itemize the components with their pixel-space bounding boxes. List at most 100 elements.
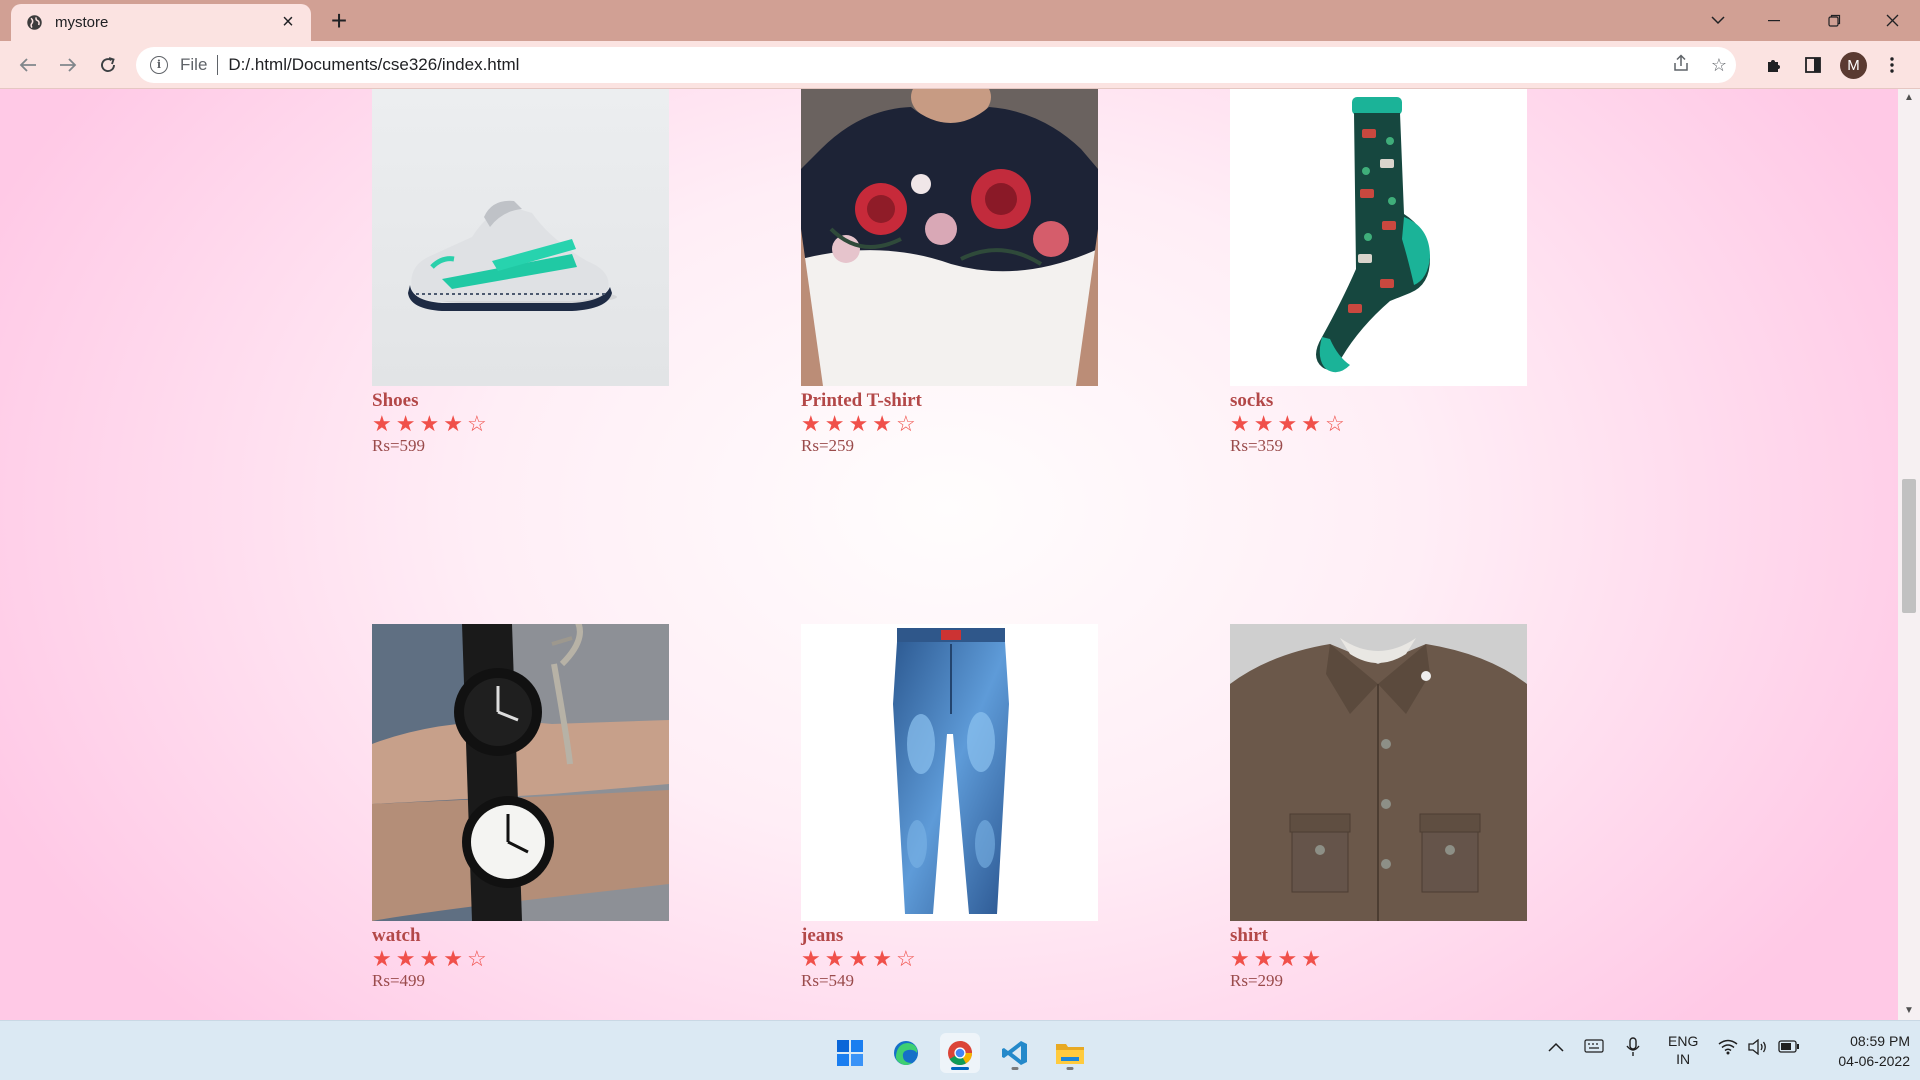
globe-icon xyxy=(25,14,43,32)
show-hidden-icons-chevron-icon[interactable] xyxy=(1548,1039,1564,1055)
star-filled-icon: ★ xyxy=(801,411,821,436)
close-window-icon[interactable] xyxy=(1864,0,1920,41)
touch-keyboard-icon[interactable] xyxy=(1584,1039,1604,1056)
page-scrollbar[interactable]: ▲ ▼ xyxy=(1898,89,1920,1020)
edge-browser-icon[interactable] xyxy=(886,1033,926,1073)
product-price: Rs=599 xyxy=(372,436,426,455)
info-icon[interactable]: i xyxy=(150,56,168,74)
product-card[interactable]: watch ★ ★ ★ ★ ☆ Rs=499 xyxy=(372,624,669,992)
scrollbar-thumb[interactable] xyxy=(1902,479,1916,613)
product-image-wrist-watches[interactable] xyxy=(372,624,669,921)
star-filled-icon: ★ xyxy=(801,946,821,971)
microphone-icon[interactable] xyxy=(1626,1037,1640,1060)
new-tab-button[interactable]: + xyxy=(324,6,354,36)
product-card[interactable]: Printed T-shirt ★ ★ ★ ★ ☆ Rs=259 xyxy=(801,89,1098,457)
running-app-indicator xyxy=(1066,1067,1074,1070)
rating-stars: ★ ★ ★ ★ xyxy=(1230,948,1527,970)
star-filled-icon: ★ xyxy=(1253,411,1274,436)
bookmark-star-icon[interactable]: ☆ xyxy=(1708,54,1730,76)
product-name[interactable]: socks xyxy=(1230,390,1527,412)
page-viewport: Shoes ★ ★ ★ ★ ☆ Rs=599 Printed T-shirt ★… xyxy=(0,89,1898,1020)
tab-title: mystore xyxy=(55,14,109,31)
product-name[interactable]: Shoes xyxy=(372,390,669,412)
star-filled-icon: ★ xyxy=(872,411,892,436)
battery-icon[interactable] xyxy=(1778,1040,1800,1056)
rating-stars: ★ ★ ★ ★ ☆ xyxy=(372,948,669,970)
windows-taskbar: ENG IN 08:59 PM 04-06-2022 xyxy=(0,1020,1920,1080)
product-card[interactable]: shirt ★ ★ ★ ★ Rs=299 xyxy=(1230,624,1527,992)
product-name[interactable]: Printed T-shirt xyxy=(801,390,1098,412)
star-filled-icon: ★ xyxy=(1230,411,1250,436)
input-language-indicator[interactable]: ENG IN xyxy=(1668,1032,1698,1068)
product-image-floral-tshirt[interactable] xyxy=(801,89,1098,386)
file-explorer-icon[interactable] xyxy=(1050,1033,1090,1073)
wifi-icon[interactable] xyxy=(1718,1039,1738,1058)
restore-icon[interactable] xyxy=(1806,0,1862,41)
language-code: ENG xyxy=(1668,1033,1699,1049)
side-panel-icon[interactable] xyxy=(1797,49,1829,81)
star-filled-icon: ★ xyxy=(848,946,869,971)
product-price: Rs=549 xyxy=(801,971,855,990)
star-empty-icon: ☆ xyxy=(466,946,487,971)
profile-avatar[interactable]: M xyxy=(1840,52,1867,79)
star-filled-icon: ★ xyxy=(1277,946,1298,971)
star-filled-icon: ★ xyxy=(1230,946,1250,971)
address-bar[interactable]: i File D:/.html/Documents/cse326/index.h… xyxy=(136,47,1736,83)
minimize-icon[interactable] xyxy=(1746,0,1802,41)
star-empty-icon: ☆ xyxy=(466,411,487,436)
star-filled-icon: ★ xyxy=(443,411,463,436)
scroll-down-arrow-icon[interactable]: ▼ xyxy=(1898,1002,1920,1020)
star-filled-icon: ★ xyxy=(419,946,440,971)
address-scheme: File xyxy=(180,55,208,74)
vscode-icon[interactable] xyxy=(995,1033,1035,1073)
browser-toolbar: i File D:/.html/Documents/cse326/index.h… xyxy=(0,41,1920,89)
star-empty-icon: ☆ xyxy=(895,411,916,436)
browser-tab[interactable]: mystore × xyxy=(11,4,311,41)
product-image-sock[interactable] xyxy=(1230,89,1527,386)
star-empty-icon: ☆ xyxy=(895,946,916,971)
tab-search-icon[interactable] xyxy=(1690,0,1746,41)
product-name[interactable]: watch xyxy=(372,925,669,947)
rating-stars: ★ ★ ★ ★ ☆ xyxy=(801,948,1098,970)
star-filled-icon: ★ xyxy=(395,411,416,436)
active-app-indicator xyxy=(951,1067,969,1070)
scroll-up-arrow-icon[interactable]: ▲ xyxy=(1898,89,1920,107)
product-image-brown-shirt[interactable] xyxy=(1230,624,1527,921)
windows-start-icon[interactable] xyxy=(830,1033,870,1073)
product-name[interactable]: jeans xyxy=(801,925,1098,947)
volume-icon[interactable] xyxy=(1748,1038,1768,1058)
product-card[interactable]: jeans ★ ★ ★ ★ ☆ Rs=549 xyxy=(801,624,1098,992)
star-filled-icon: ★ xyxy=(419,411,440,436)
tab-close-icon[interactable]: × xyxy=(277,11,299,34)
address-url[interactable]: D:/.html/Documents/cse326/index.html xyxy=(228,55,519,75)
clock-time: 08:59 PM xyxy=(1850,1033,1910,1049)
product-image-sneaker[interactable] xyxy=(372,89,669,386)
back-arrow-icon[interactable] xyxy=(12,49,44,81)
star-filled-icon: ★ xyxy=(1277,411,1298,436)
rating-stars: ★ ★ ★ ★ ☆ xyxy=(1230,413,1527,435)
extensions-icon[interactable] xyxy=(1758,49,1790,81)
chrome-browser-icon[interactable] xyxy=(940,1033,980,1073)
product-name[interactable]: shirt xyxy=(1230,925,1527,947)
product-price: Rs=259 xyxy=(801,436,855,455)
product-card[interactable]: Shoes ★ ★ ★ ★ ☆ Rs=599 xyxy=(372,89,669,457)
star-filled-icon: ★ xyxy=(1301,946,1321,971)
star-filled-icon: ★ xyxy=(372,946,392,971)
star-filled-icon: ★ xyxy=(848,411,869,436)
star-filled-icon: ★ xyxy=(872,946,892,971)
star-filled-icon: ★ xyxy=(1301,411,1321,436)
running-app-indicator xyxy=(1011,1067,1019,1070)
rating-stars: ★ ★ ★ ★ ☆ xyxy=(801,413,1098,435)
clock-date: 04-06-2022 xyxy=(1838,1053,1910,1069)
star-filled-icon: ★ xyxy=(1253,946,1274,971)
share-icon[interactable] xyxy=(1670,54,1692,76)
product-price: Rs=359 xyxy=(1230,436,1284,455)
product-card[interactable]: socks ★ ★ ★ ★ ☆ Rs=359 xyxy=(1230,89,1527,457)
more-menu-icon[interactable] xyxy=(1876,49,1908,81)
system-clock[interactable]: 08:59 PM 04-06-2022 xyxy=(1810,1031,1910,1071)
star-empty-icon: ☆ xyxy=(1324,411,1345,436)
product-image-blue-jeans[interactable] xyxy=(801,624,1098,921)
reload-icon[interactable] xyxy=(92,49,124,81)
forward-arrow-icon[interactable] xyxy=(52,49,84,81)
language-region: IN xyxy=(1676,1051,1691,1067)
